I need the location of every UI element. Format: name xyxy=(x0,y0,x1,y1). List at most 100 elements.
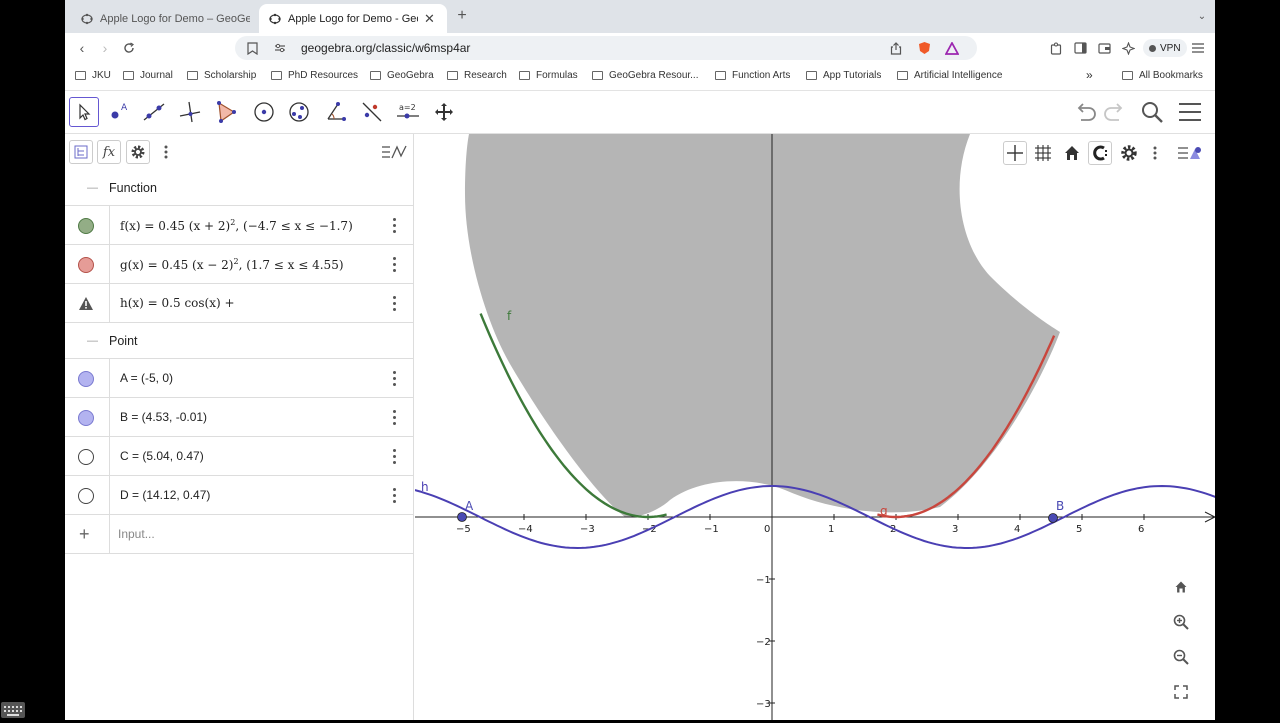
bookmark-formulas[interactable]: Formulas xyxy=(519,70,578,81)
bookmark-journal[interactable]: Journal xyxy=(123,70,173,81)
reload-button[interactable] xyxy=(120,39,138,57)
expression-h[interactable]: h(x) = 0.5 cos(x) + xyxy=(120,296,235,310)
label-g[interactable]: g xyxy=(880,504,888,518)
toggle-grid-icon[interactable] xyxy=(1031,141,1055,165)
reflect-tool-button[interactable] xyxy=(357,97,387,127)
visibility-marble-icon[interactable] xyxy=(78,218,94,234)
collapse-algebra-icon[interactable] xyxy=(380,140,408,164)
expression-g[interactable]: g(x) = 0.45 (x − 2)2, (1.7 ≤ x ≤ 4.55) xyxy=(120,257,344,272)
algebra-sort-icon[interactable] xyxy=(69,140,93,164)
section-point[interactable]: — Point xyxy=(65,323,414,359)
angle-tool-button[interactable] xyxy=(321,97,351,127)
search-icon[interactable] xyxy=(1137,97,1167,127)
browser-menu-icon[interactable] xyxy=(1189,39,1207,57)
move-tool-button[interactable] xyxy=(69,97,99,127)
algebra-row-D[interactable]: D = (14.12, 0.47) xyxy=(65,476,414,515)
label-h[interactable]: h xyxy=(421,480,429,494)
graphics-more-icon[interactable] xyxy=(1143,141,1167,165)
all-bookmarks[interactable]: All Bookmarks xyxy=(1122,70,1203,81)
bookmark-geogebra[interactable]: GeoGebra xyxy=(370,70,434,81)
home-icon[interactable] xyxy=(1060,141,1084,165)
color-style-icon[interactable] xyxy=(1088,141,1112,165)
circle-tool-button[interactable] xyxy=(249,97,279,127)
section-function[interactable]: — Function xyxy=(65,170,414,206)
share-icon[interactable] xyxy=(887,39,905,57)
visibility-marble-icon[interactable] xyxy=(78,257,94,273)
leo-ai-icon[interactable] xyxy=(1119,39,1137,57)
row-menu-icon[interactable] xyxy=(389,216,399,234)
expression-A[interactable]: A = (-5, 0) xyxy=(120,371,173,385)
visibility-marble-icon[interactable] xyxy=(78,371,94,387)
visibility-marble-icon[interactable] xyxy=(78,410,94,426)
fx-icon[interactable]: fx xyxy=(97,140,121,164)
row-menu-icon[interactable] xyxy=(389,294,399,312)
bookmark-scholarship[interactable]: Scholarship xyxy=(187,70,256,81)
new-tab-button[interactable]: + xyxy=(453,7,471,25)
row-menu-icon[interactable] xyxy=(389,255,399,273)
algebra-row-B[interactable]: B = (4.53, -0.01) xyxy=(65,398,414,437)
url-text[interactable]: geogebra.org/classic/w6msp4ar xyxy=(301,41,470,55)
forward-button[interactable]: › xyxy=(96,39,114,57)
graphics-settings-gear-icon[interactable] xyxy=(1117,141,1141,165)
expression-C[interactable]: C = (5.04, 0.47) xyxy=(120,449,204,463)
point-A[interactable] xyxy=(457,512,467,522)
slider-tool-button[interactable]: a=2 xyxy=(393,97,423,127)
brave-rewards-icon[interactable] xyxy=(943,39,961,57)
row-menu-icon[interactable] xyxy=(389,486,399,504)
bookmark-geogebra-resources[interactable]: GeoGebra Resour... xyxy=(592,70,699,81)
tab-active[interactable]: Apple Logo for Demo - GeoG ✕ xyxy=(259,4,447,33)
graphics-canvas[interactable]: −5 −4 −3 −2 −1 0 1 2 3 4 5 6 −1−2−3 f g h A B xyxy=(415,134,1215,720)
expression-f[interactable]: f(x) = 0.45 (x + 2)2, (−4.7 ≤ x ≤ −1.7) xyxy=(120,218,353,233)
zoom-out-icon[interactable] xyxy=(1167,643,1195,671)
expression-D[interactable]: D = (14.12, 0.47) xyxy=(120,488,210,502)
sidebar-icon[interactable] xyxy=(1071,39,1089,57)
wallet-icon[interactable] xyxy=(1095,39,1113,57)
bookmark-phd-resources[interactable]: PhD Resources xyxy=(271,70,358,81)
add-plus-icon[interactable]: + xyxy=(79,524,90,545)
settings-gear-icon[interactable] xyxy=(126,140,150,164)
line-tool-button[interactable] xyxy=(139,97,169,127)
brave-shield-icon[interactable] xyxy=(915,39,933,57)
more-options-icon[interactable] xyxy=(154,140,178,164)
row-menu-icon[interactable] xyxy=(389,369,399,387)
bookmark-artificial-intelligence[interactable]: Artificial Intelligence xyxy=(897,70,1002,81)
label-B[interactable]: B xyxy=(1056,499,1064,513)
main-menu-icon[interactable] xyxy=(1175,97,1205,127)
expression-B[interactable]: B = (4.53, -0.01) xyxy=(120,410,207,424)
tab-close-icon[interactable]: ✕ xyxy=(424,11,435,27)
bookmark-jku[interactable]: JKU xyxy=(75,70,111,81)
redo-button[interactable] xyxy=(1099,97,1129,127)
visibility-marble-icon[interactable] xyxy=(78,488,94,504)
warning-icon[interactable] xyxy=(78,296,94,316)
standard-view-home-icon[interactable] xyxy=(1167,573,1195,601)
bookmark-star-icon[interactable] xyxy=(243,39,261,57)
tab-inactive[interactable]: Apple Logo for Demo – GeoGebra xyxy=(71,4,260,33)
algebra-row-C[interactable]: C = (5.04, 0.47) xyxy=(65,437,414,476)
tab-search-chevron-icon[interactable]: ⌄ xyxy=(1193,7,1211,25)
point-tool-button[interactable]: A xyxy=(104,97,134,127)
collapse-dash-icon[interactable]: — xyxy=(87,335,98,347)
undo-button[interactable] xyxy=(1071,97,1101,127)
extensions-icon[interactable] xyxy=(1047,39,1065,57)
perpendicular-line-tool-button[interactable] xyxy=(175,97,205,127)
row-menu-icon[interactable] xyxy=(389,408,399,426)
keyboard-icon[interactable] xyxy=(1,702,25,718)
toggle-axes-icon[interactable] xyxy=(1003,141,1027,165)
input-bar[interactable]: Input... xyxy=(118,527,155,541)
style-bar-toggle-icon[interactable] xyxy=(1175,141,1205,165)
bookmark-function-arts[interactable]: Function Arts xyxy=(715,70,790,81)
visibility-marble-icon[interactable] xyxy=(78,449,94,465)
bookmarks-overflow-button[interactable]: » xyxy=(1086,68,1093,82)
conic-tool-button[interactable] xyxy=(284,97,314,127)
bookmark-app-tutorials[interactable]: App Tutorials xyxy=(806,70,881,81)
algebra-row-h[interactable]: h(x) = 0.5 cos(x) + xyxy=(65,284,414,323)
fullscreen-icon[interactable] xyxy=(1167,678,1195,706)
algebra-row-g[interactable]: g(x) = 0.45 (x − 2)2, (1.7 ≤ x ≤ 4.55) xyxy=(65,245,414,284)
graphics-view[interactable]: −5 −4 −3 −2 −1 0 1 2 3 4 5 6 −1 −2 −3 f g h A B xyxy=(415,134,1215,720)
bookmark-research[interactable]: Research xyxy=(447,70,507,81)
algebra-row-f[interactable]: f(x) = 0.45 (x + 2)2, (−4.7 ≤ x ≤ −1.7) xyxy=(65,206,414,245)
algebra-row-A[interactable]: A = (-5, 0) xyxy=(65,359,414,398)
omnibox[interactable]: geogebra.org/classic/w6msp4ar xyxy=(235,36,977,60)
site-info-icon[interactable] xyxy=(271,39,289,57)
label-A[interactable]: A xyxy=(465,499,474,513)
